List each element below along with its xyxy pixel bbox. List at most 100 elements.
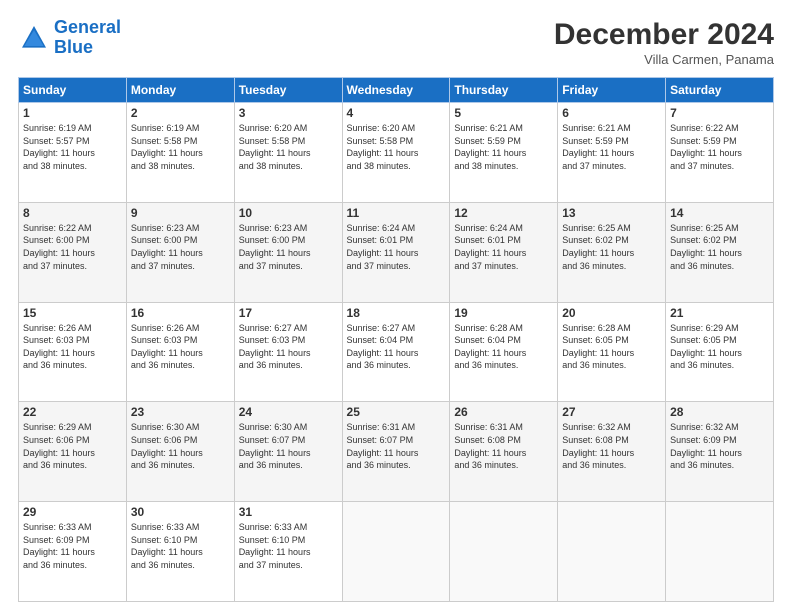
calendar-cell: 29 Sunrise: 6:33 AM Sunset: 6:09 PM Dayli… [19,502,127,602]
day-info: Sunrise: 6:22 AM Sunset: 5:59 PM Dayligh… [670,122,769,172]
day-info: Sunrise: 6:19 AM Sunset: 5:58 PM Dayligh… [131,122,230,172]
calendar-cell: 23 Sunrise: 6:30 AM Sunset: 6:06 PM Dayli… [126,402,234,502]
day-info: Sunrise: 6:21 AM Sunset: 5:59 PM Dayligh… [454,122,553,172]
day-info: Sunrise: 6:26 AM Sunset: 6:03 PM Dayligh… [131,322,230,372]
calendar-cell: 13 Sunrise: 6:25 AM Sunset: 6:02 PM Dayli… [558,202,666,302]
day-info: Sunrise: 6:32 AM Sunset: 6:09 PM Dayligh… [670,421,769,471]
day-info: Sunrise: 6:33 AM Sunset: 6:10 PM Dayligh… [131,521,230,571]
day-info: Sunrise: 6:24 AM Sunset: 6:01 PM Dayligh… [454,222,553,272]
calendar-cell: 2 Sunrise: 6:19 AM Sunset: 5:58 PM Daylig… [126,103,234,203]
calendar-cell [342,502,450,602]
page: General Blue December 2024 Villa Carmen,… [0,0,792,612]
day-info: Sunrise: 6:19 AM Sunset: 5:57 PM Dayligh… [23,122,122,172]
col-friday: Friday [558,78,666,103]
day-info: Sunrise: 6:25 AM Sunset: 6:02 PM Dayligh… [562,222,661,272]
calendar-cell: 3 Sunrise: 6:20 AM Sunset: 5:58 PM Daylig… [234,103,342,203]
day-number: 6 [562,106,661,120]
calendar-cell: 5 Sunrise: 6:21 AM Sunset: 5:59 PM Daylig… [450,103,558,203]
title-block: December 2024 Villa Carmen, Panama [554,18,774,67]
logo: General Blue [18,18,121,58]
calendar-cell: 28 Sunrise: 6:32 AM Sunset: 6:09 PM Dayli… [666,402,774,502]
calendar-cell: 25Sunrise: 6:31 AM Sunset: 6:07 PM Dayli… [342,402,450,502]
day-number: 10 [239,206,338,220]
col-monday: Monday [126,78,234,103]
day-number: 28 [670,405,769,419]
day-number: 24 [239,405,338,419]
day-info: Sunrise: 6:32 AM Sunset: 6:08 PM Dayligh… [562,421,661,471]
calendar-cell: 17 Sunrise: 6:27 AM Sunset: 6:03 PM Dayli… [234,302,342,402]
day-number: 12 [454,206,553,220]
day-info: Sunrise: 6:20 AM Sunset: 5:58 PM Dayligh… [347,122,446,172]
calendar-cell: 8Sunrise: 6:22 AM Sunset: 6:00 PM Daylig… [19,202,127,302]
calendar-cell: 16 Sunrise: 6:26 AM Sunset: 6:03 PM Dayli… [126,302,234,402]
calendar-cell: 14Sunrise: 6:25 AM Sunset: 6:02 PM Dayli… [666,202,774,302]
header: General Blue December 2024 Villa Carmen,… [18,18,774,67]
calendar-cell: 30Sunrise: 6:33 AM Sunset: 6:10 PM Dayli… [126,502,234,602]
day-info: Sunrise: 6:29 AM Sunset: 6:05 PM Dayligh… [670,322,769,372]
day-info: Sunrise: 6:20 AM Sunset: 5:58 PM Dayligh… [239,122,338,172]
col-thursday: Thursday [450,78,558,103]
day-number: 26 [454,405,553,419]
day-number: 18 [347,306,446,320]
day-info: Sunrise: 6:30 AM Sunset: 6:07 PM Dayligh… [239,421,338,471]
day-number: 29 [23,505,122,519]
logo-line2: Blue [54,38,121,58]
day-number: 16 [131,306,230,320]
day-info: Sunrise: 6:29 AM Sunset: 6:06 PM Dayligh… [23,421,122,471]
day-info: Sunrise: 6:33 AM Sunset: 6:09 PM Dayligh… [23,521,122,571]
calendar-cell: 1Sunrise: 6:19 AM Sunset: 5:57 PM Daylig… [19,103,127,203]
calendar-week-2: 8Sunrise: 6:22 AM Sunset: 6:00 PM Daylig… [19,202,774,302]
day-info: Sunrise: 6:27 AM Sunset: 6:03 PM Dayligh… [239,322,338,372]
calendar-cell: 22 Sunrise: 6:29 AM Sunset: 6:06 PM Dayli… [19,402,127,502]
day-number: 8 [23,206,122,220]
day-number: 27 [562,405,661,419]
day-info: Sunrise: 6:23 AM Sunset: 6:00 PM Dayligh… [131,222,230,272]
day-number: 4 [347,106,446,120]
calendar-cell: 12 Sunrise: 6:24 AM Sunset: 6:01 PM Dayli… [450,202,558,302]
calendar-cell: 31Sunrise: 6:33 AM Sunset: 6:10 PM Dayli… [234,502,342,602]
day-info: Sunrise: 6:28 AM Sunset: 6:04 PM Dayligh… [454,322,553,372]
col-wednesday: Wednesday [342,78,450,103]
col-tuesday: Tuesday [234,78,342,103]
calendar-week-4: 22 Sunrise: 6:29 AM Sunset: 6:06 PM Dayli… [19,402,774,502]
day-number: 2 [131,106,230,120]
day-info: Sunrise: 6:30 AM Sunset: 6:06 PM Dayligh… [131,421,230,471]
col-sunday: Sunday [19,78,127,103]
logo-text: General Blue [54,18,121,58]
day-info: Sunrise: 6:21 AM Sunset: 5:59 PM Dayligh… [562,122,661,172]
day-number: 21 [670,306,769,320]
day-info: Sunrise: 6:24 AM Sunset: 6:01 PM Dayligh… [347,222,446,272]
day-number: 14 [670,206,769,220]
calendar-cell [558,502,666,602]
day-number: 23 [131,405,230,419]
calendar-cell: 27 Sunrise: 6:32 AM Sunset: 6:08 PM Dayli… [558,402,666,502]
day-number: 11 [347,206,446,220]
day-number: 17 [239,306,338,320]
calendar-cell: 24 Sunrise: 6:30 AM Sunset: 6:07 PM Dayli… [234,402,342,502]
day-number: 9 [131,206,230,220]
calendar-week-1: 1Sunrise: 6:19 AM Sunset: 5:57 PM Daylig… [19,103,774,203]
day-info: Sunrise: 6:28 AM Sunset: 6:05 PM Dayligh… [562,322,661,372]
calendar-cell: 21 Sunrise: 6:29 AM Sunset: 6:05 PM Dayli… [666,302,774,402]
calendar-week-5: 29 Sunrise: 6:33 AM Sunset: 6:09 PM Dayli… [19,502,774,602]
day-info: Sunrise: 6:31 AM Sunset: 6:08 PM Dayligh… [454,421,553,471]
calendar-cell: 18 Sunrise: 6:27 AM Sunset: 6:04 PM Dayli… [342,302,450,402]
day-info: Sunrise: 6:27 AM Sunset: 6:04 PM Dayligh… [347,322,446,372]
calendar-cell: 9 Sunrise: 6:23 AM Sunset: 6:00 PM Daylig… [126,202,234,302]
calendar-cell [666,502,774,602]
location-subtitle: Villa Carmen, Panama [554,52,774,67]
day-number: 13 [562,206,661,220]
col-saturday: Saturday [666,78,774,103]
calendar-cell: 26 Sunrise: 6:31 AM Sunset: 6:08 PM Dayli… [450,402,558,502]
day-number: 22 [23,405,122,419]
month-title: December 2024 [554,18,774,52]
day-number: 5 [454,106,553,120]
day-number: 15 [23,306,122,320]
day-info: Sunrise: 6:23 AM Sunset: 6:00 PM Dayligh… [239,222,338,272]
logo-line1: General [54,17,121,37]
calendar-cell: 20Sunrise: 6:28 AM Sunset: 6:05 PM Dayli… [558,302,666,402]
day-number: 19 [454,306,553,320]
day-info: Sunrise: 6:26 AM Sunset: 6:03 PM Dayligh… [23,322,122,372]
calendar-cell: 15 Sunrise: 6:26 AM Sunset: 6:03 PM Dayli… [19,302,127,402]
day-number: 3 [239,106,338,120]
